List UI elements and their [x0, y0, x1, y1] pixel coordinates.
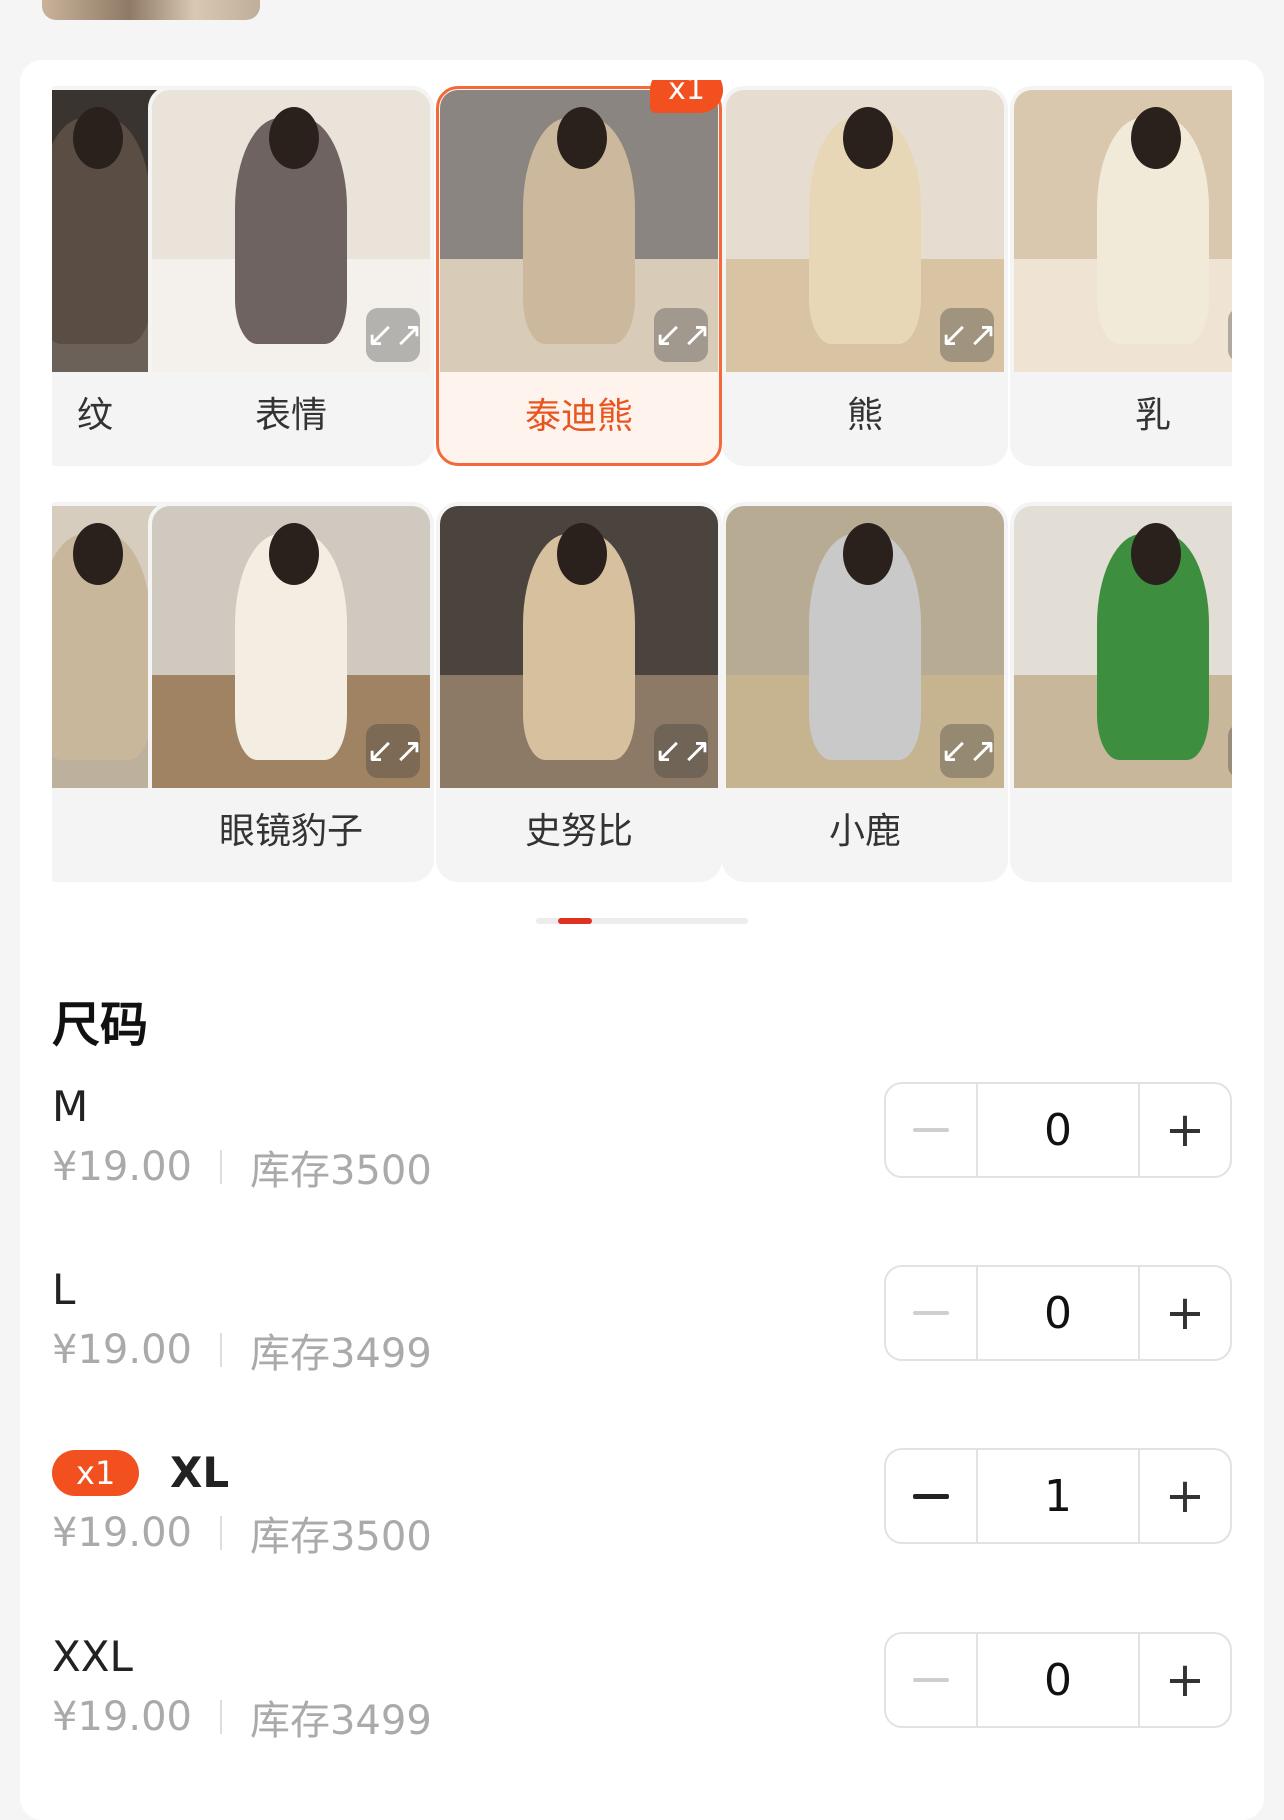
plus-icon: + [1164, 1468, 1206, 1524]
model-head [556, 106, 607, 169]
model-head [1130, 106, 1181, 169]
decrement-button[interactable] [886, 1084, 978, 1176]
expand-icon[interactable]: ↙↗ [366, 308, 423, 362]
variant-photo: ↙↗ [152, 90, 430, 372]
model-head [72, 522, 123, 585]
increment-button[interactable]: + [1138, 1084, 1230, 1176]
size-stock: 库存3499 [249, 1331, 432, 1377]
variant-label: 表情 [254, 395, 327, 436]
plus-icon: + [1164, 1102, 1206, 1158]
variant-carousel[interactable]: ↙↗纹↙↗表情↙↗泰迪熊x1↙↗熊↙↗乳 ↙↗↙↗眼镜豹子↙↗史努比↙↗小鹿↙↗ [52, 80, 1232, 900]
expand-icon[interactable]: ↙↗ [654, 308, 711, 362]
size-quantity-badge: x1 [52, 1450, 140, 1496]
variant-photo: ↙↗ [440, 506, 718, 788]
variant-photo: ↙↗ [726, 90, 1004, 372]
quantity-badge: x1 [650, 80, 723, 113]
variant-card[interactable]: ↙↗ [1010, 502, 1232, 882]
indicator-active-segment [558, 918, 592, 924]
quantity-stepper: 0 + [884, 1265, 1232, 1361]
minus-icon [913, 1311, 949, 1315]
quantity-stepper: 1 + [884, 1448, 1232, 1544]
decrement-button[interactable] [886, 1267, 978, 1359]
variant-label: 熊 [846, 395, 883, 436]
increment-button[interactable]: + [1138, 1267, 1230, 1359]
expand-icon[interactable]: ↙↗ [654, 724, 711, 778]
model-head [842, 106, 893, 169]
quantity-input[interactable]: 0 [978, 1267, 1138, 1359]
minus-icon [913, 1493, 949, 1499]
increment-button[interactable]: + [1138, 1450, 1230, 1542]
variant-card[interactable]: ↙↗ 小鹿 [722, 502, 1008, 882]
variant-label: 史努比 [524, 811, 633, 852]
size-stock: 库存3499 [249, 1698, 432, 1744]
expand-icon[interactable]: ↙↗ [1228, 308, 1232, 362]
variant-card[interactable]: ↙↗ 眼镜豹子 [148, 502, 434, 882]
expand-icon[interactable]: ↙↗ [940, 724, 997, 778]
previous-thumbnail [42, 0, 260, 20]
quantity-input[interactable]: 0 [978, 1084, 1138, 1176]
price-stock-line: ¥19.00 库存3500 [52, 1504, 432, 1562]
variant-photo: ↙↗ [1014, 90, 1232, 372]
size-price: ¥19.00 [52, 1327, 192, 1373]
quantity-stepper: 0 + [884, 1632, 1232, 1728]
model-head [72, 106, 123, 169]
minus-icon [913, 1128, 949, 1132]
model-head [268, 106, 319, 169]
size-name: XL [170, 1448, 230, 1497]
plus-icon: + [1164, 1652, 1206, 1708]
size-price: ¥19.00 [52, 1694, 192, 1740]
plus-icon: + [1164, 1285, 1206, 1341]
minus-icon [913, 1678, 949, 1682]
size-price: ¥19.00 [52, 1510, 192, 1556]
decrement-button[interactable] [886, 1450, 978, 1542]
size-stock: 库存3500 [249, 1514, 432, 1560]
size-section-title: 尺码 [52, 997, 149, 1053]
model-head [556, 522, 607, 585]
variant-photo: ↙↗ [152, 506, 430, 788]
variant-card[interactable]: ↙↗ 乳 [1010, 86, 1232, 466]
increment-button[interactable]: + [1138, 1634, 1230, 1726]
model-head [268, 522, 319, 585]
size-name: L [52, 1265, 76, 1314]
divider [219, 1516, 222, 1550]
variant-label: 泰迪熊 [524, 396, 633, 437]
size-row: M ¥19.00 库存3500 0 + [52, 1082, 1232, 1212]
quantity-input[interactable]: 1 [978, 1450, 1138, 1542]
model-head [1130, 522, 1181, 585]
size-row: x1 XL ¥19.00 库存3500 1 + [52, 1448, 1232, 1578]
variant-card[interactable]: ↙↗ 表情 [148, 86, 434, 466]
divider [219, 1150, 222, 1184]
divider [219, 1700, 222, 1734]
size-name: M [52, 1082, 89, 1131]
price-stock-line: ¥19.00 库存3500 [52, 1138, 432, 1196]
variant-card[interactable]: ↙↗ 熊 [722, 86, 1008, 466]
price-stock-line: ¥19.00 库存3499 [52, 1321, 432, 1379]
expand-icon[interactable]: ↙↗ [1228, 724, 1232, 778]
expand-icon[interactable]: ↙↗ [366, 724, 423, 778]
size-name: XXL [52, 1632, 133, 1681]
divider [219, 1333, 222, 1367]
variant-card[interactable]: ↙↗ 史努比 [436, 502, 722, 882]
size-stock: 库存3500 [249, 1148, 432, 1194]
size-row: XXL ¥19.00 库存3499 0 + [52, 1632, 1232, 1762]
variant-card[interactable]: ↙↗ 泰迪熊 x1 [436, 80, 723, 466]
quantity-stepper: 0 + [884, 1082, 1232, 1178]
variant-label: 乳 [1134, 395, 1171, 436]
decrement-button[interactable] [886, 1634, 978, 1726]
price-stock-line: ¥19.00 库存3499 [52, 1688, 432, 1746]
carousel-page-indicator [536, 918, 748, 924]
size-price: ¥19.00 [52, 1144, 192, 1190]
variant-photo: ↙↗ [726, 506, 1004, 788]
model-head [842, 522, 893, 585]
expand-icon[interactable]: ↙↗ [940, 308, 997, 362]
variant-label: 眼镜豹子 [218, 811, 363, 852]
variant-photo: ↙↗ [440, 90, 718, 372]
size-row: L ¥19.00 库存3499 0 + [52, 1265, 1232, 1395]
quantity-input[interactable]: 0 [978, 1634, 1138, 1726]
variant-photo: ↙↗ [1014, 506, 1232, 788]
variant-label: 小鹿 [828, 811, 901, 852]
